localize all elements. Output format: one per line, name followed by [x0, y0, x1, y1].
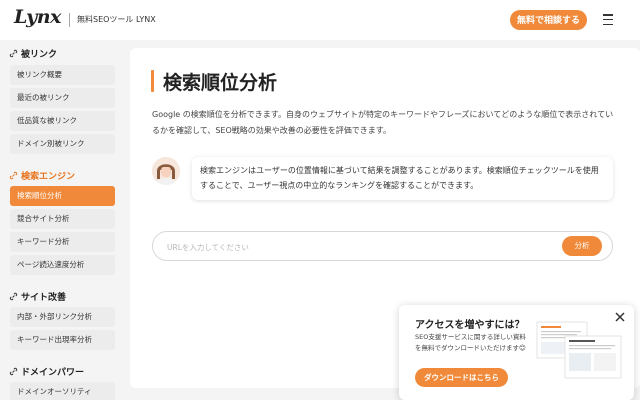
sidebar-section-title: 被リンク	[21, 50, 58, 60]
link-icon	[9, 49, 18, 58]
sidebar-item-keyword-analysis[interactable]: キーワード分析	[10, 232, 115, 252]
sidebar-section-backlinks: 被リンク	[9, 47, 57, 60]
assistant-avatar	[152, 157, 180, 185]
popup-text: SEO支援サービスに関する詳しい資料を無料でダウンロードいただけます😊	[415, 333, 526, 352]
sidebar-item-link-analysis[interactable]: 内部・外部リンク分析	[10, 307, 115, 327]
logo-divider	[69, 13, 70, 27]
logo[interactable]: Lynx	[14, 6, 61, 28]
sidebar-section-title: サイト改善	[21, 293, 67, 303]
url-search-box	[152, 231, 613, 261]
popup-title: アクセスを増やすには？	[415, 320, 525, 331]
tagline: 無料SEOツール LYNX	[77, 15, 156, 24]
analyze-button[interactable]: 分析	[562, 236, 602, 256]
assistant-message: 検索エンジンはユーザーの位置情報に基づいて結果を調整することがあります。検索順位…	[192, 157, 613, 200]
sidebar-section-title: ドメインパワー	[21, 368, 85, 378]
url-input[interactable]	[167, 240, 547, 254]
sidebar-section-title: 検索エンジン	[21, 172, 76, 182]
link-icon	[9, 367, 18, 376]
sidebar-section-search-engine: 検索エンジン	[9, 169, 75, 182]
sidebar-section-domain-power: ドメインパワー	[9, 365, 84, 378]
brochure-thumbnail-icon	[536, 321, 622, 379]
sidebar-item-recent-backlinks[interactable]: 最近の被リンク	[10, 88, 115, 108]
sidebar-item-domain-authority[interactable]: ドメインオーソリティ	[10, 382, 115, 400]
sidebar-item-low-quality-backlinks[interactable]: 低品質な被リンク	[10, 111, 115, 131]
page-description: Google の検索順位を分析できます。自身のウェブサイトが特定のキーワードやフ…	[152, 110, 614, 135]
free-consult-button[interactable]: 無料で相談する	[510, 10, 587, 30]
download-button[interactable]: ダウンロードはこちら	[415, 368, 508, 387]
sidebar-section-site-improvement: サイト改善	[9, 290, 66, 303]
sidebar-item-keyword-density[interactable]: キーワード出現率分析	[10, 330, 115, 350]
link-icon	[9, 292, 18, 301]
link-icon	[9, 171, 18, 180]
title-accent-bar	[151, 70, 154, 92]
sidebar-item-backlink-overview[interactable]: 被リンク概要	[10, 65, 115, 85]
sidebar-item-backlinks-by-domain[interactable]: ドメイン別被リンク	[10, 134, 115, 154]
header: Lynx 無料SEOツール LYNX 無料で相談する	[0, 0, 640, 40]
page-title: 検索順位分析	[163, 72, 278, 94]
hamburger-icon[interactable]	[603, 14, 613, 26]
sidebar-item-page-speed-analysis[interactable]: ページ読込速度分析	[10, 255, 115, 275]
sidebar-item-rank-analysis[interactable]: 検索順位分析	[10, 186, 115, 206]
close-icon[interactable]	[614, 311, 626, 323]
sidebar-item-competitor-analysis[interactable]: 競合サイト分析	[10, 209, 115, 229]
